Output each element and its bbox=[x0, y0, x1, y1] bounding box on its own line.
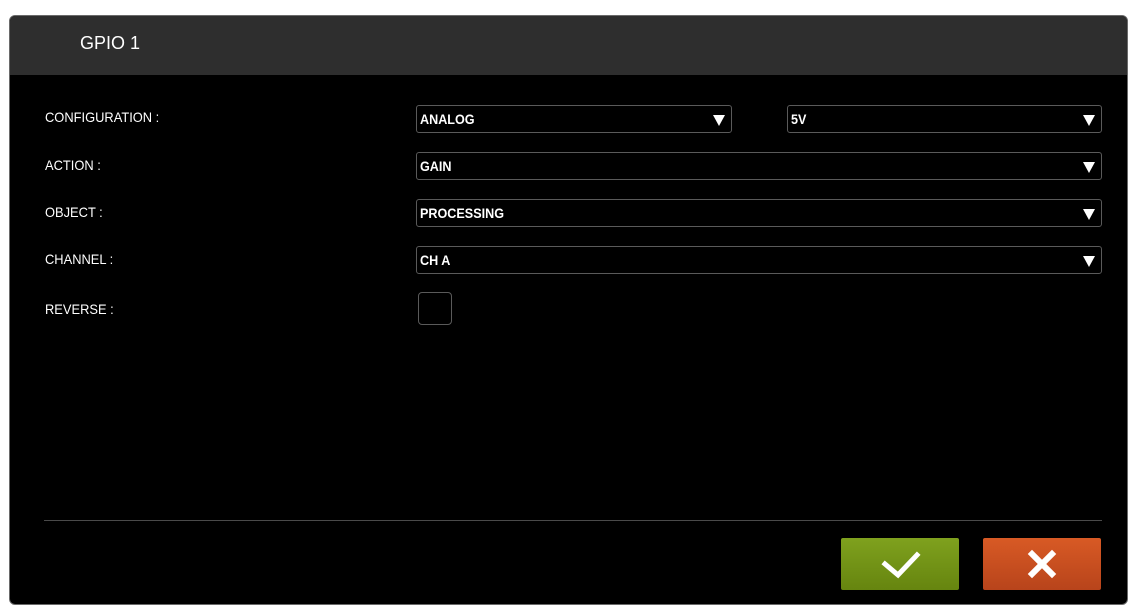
action-select[interactable]: GAIN bbox=[416, 152, 1102, 180]
dialog-title: GPIO 1 bbox=[80, 33, 141, 53]
channel-value: CH A bbox=[420, 252, 451, 268]
chevron-down-icon bbox=[1083, 209, 1095, 220]
chevron-down-icon bbox=[1083, 162, 1095, 173]
chevron-down-icon bbox=[1083, 115, 1095, 126]
configuration-label: CONFIGURATION : bbox=[45, 109, 160, 125]
close-icon bbox=[1027, 549, 1057, 579]
object-label: OBJECT : bbox=[45, 204, 103, 220]
chevron-down-icon bbox=[1083, 256, 1095, 267]
cancel-button[interactable] bbox=[983, 538, 1101, 590]
footer-divider bbox=[44, 520, 1102, 521]
gpio-dialog: GPIO 1 CONFIGURATION : ANALOG 5V ACTION … bbox=[9, 15, 1128, 605]
channel-label: CHANNEL : bbox=[45, 251, 114, 267]
configuration-value: ANALOG bbox=[420, 111, 475, 127]
voltage-select[interactable]: 5V bbox=[787, 105, 1102, 133]
reverse-label: REVERSE : bbox=[45, 301, 114, 317]
checkmark-icon bbox=[881, 551, 921, 579]
object-value: PROCESSING bbox=[420, 205, 505, 221]
object-select[interactable]: PROCESSING bbox=[416, 199, 1102, 227]
action-label: ACTION : bbox=[45, 157, 101, 173]
configuration-select[interactable]: ANALOG bbox=[416, 105, 732, 133]
confirm-button[interactable] bbox=[841, 538, 959, 590]
chevron-down-icon bbox=[713, 115, 725, 126]
voltage-value: 5V bbox=[791, 111, 807, 127]
reverse-checkbox[interactable] bbox=[418, 292, 452, 325]
channel-select[interactable]: CH A bbox=[416, 246, 1102, 274]
action-value: GAIN bbox=[420, 158, 452, 174]
dialog-titlebar: GPIO 1 bbox=[10, 16, 1127, 75]
